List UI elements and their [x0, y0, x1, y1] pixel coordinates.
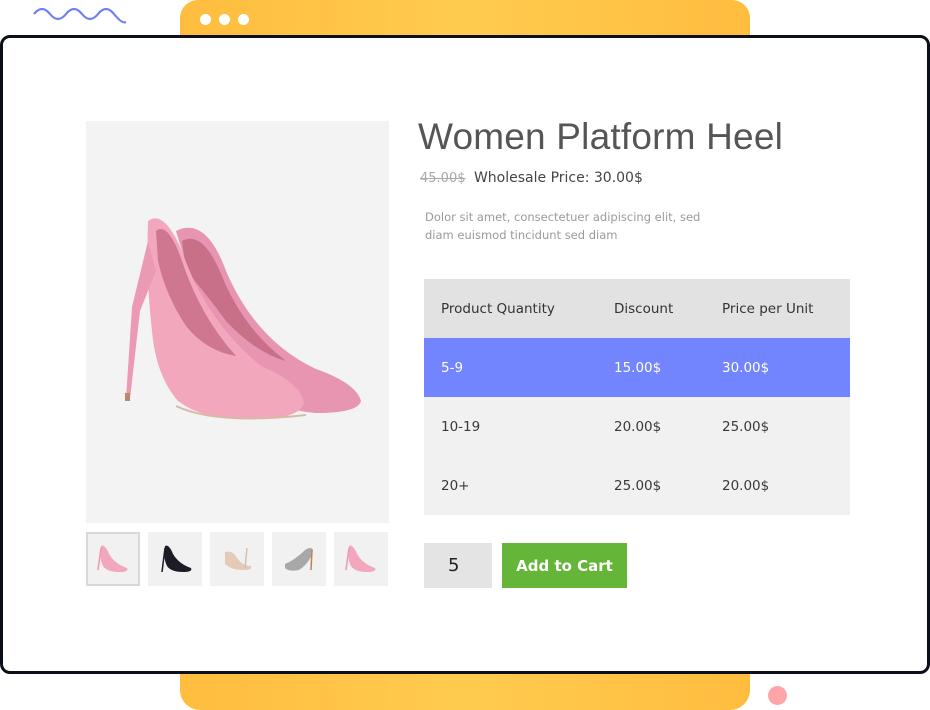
header-discount: Discount — [614, 300, 674, 317]
cell-quantity: 5-9 — [441, 359, 464, 376]
table-row[interactable]: 5-9 15.00$ 30.00$ — [424, 338, 850, 397]
table-row[interactable]: 10-19 20.00$ 25.00$ — [424, 397, 850, 456]
quantity-input[interactable] — [424, 543, 492, 588]
cell-discount: 20.00$ — [614, 418, 662, 435]
cell-quantity: 10-19 — [441, 418, 481, 435]
add-to-cart-button[interactable]: Add to Cart — [502, 543, 627, 588]
silver-heels-thumb-icon — [285, 548, 313, 571]
pink-heels-image — [125, 218, 361, 420]
thumbnail-pink-heels-2[interactable] — [334, 532, 388, 586]
thumbnail-black-heels[interactable] — [148, 532, 202, 586]
cell-quantity: 20+ — [441, 477, 470, 494]
black-heels-thumb-icon — [161, 545, 192, 573]
thumbnail-pink-heels[interactable] — [86, 532, 140, 586]
pink-heels-thumb-icon — [345, 545, 376, 572]
nude-heels-thumb-icon — [225, 547, 252, 570]
table-header-row: Product Quantity Discount Price per Unit — [424, 279, 850, 338]
old-price: 45.00$ — [420, 171, 466, 186]
cell-price: 20.00$ — [722, 477, 770, 494]
wholesale-price: Wholesale Price: 30.00$ — [473, 170, 643, 186]
header-price: Price per Unit — [722, 300, 814, 317]
window-dots — [200, 14, 249, 25]
squiggle-decoration — [33, 7, 127, 24]
product-title: Women Platform Heel — [418, 116, 784, 157]
pink-heels-thumb-icon — [97, 545, 128, 572]
cell-price: 30.00$ — [722, 359, 770, 376]
thumbnail-silver-heels[interactable] — [272, 532, 326, 586]
cell-price: 25.00$ — [722, 418, 770, 435]
header-quantity: Product Quantity — [441, 300, 555, 317]
product-description: Dolor sit amet, consectetuer adipiscing … — [425, 210, 701, 242]
cell-discount: 15.00$ — [614, 359, 662, 376]
dot-icon — [219, 14, 230, 25]
dot-icon — [200, 14, 211, 25]
table-row[interactable]: 20+ 25.00$ 20.00$ — [424, 456, 850, 515]
dot-icon — [238, 14, 249, 25]
cell-discount: 25.00$ — [614, 477, 662, 494]
product-main-image — [86, 121, 389, 523]
pink-dot-decoration — [768, 686, 787, 705]
thumbnail-strip — [86, 532, 388, 586]
price-line: 45.00$ Wholesale Price: 30.00$ — [420, 170, 643, 186]
thumbnail-nude-heels[interactable] — [210, 532, 264, 586]
discount-table: Product Quantity Discount Price per Unit… — [424, 279, 850, 515]
